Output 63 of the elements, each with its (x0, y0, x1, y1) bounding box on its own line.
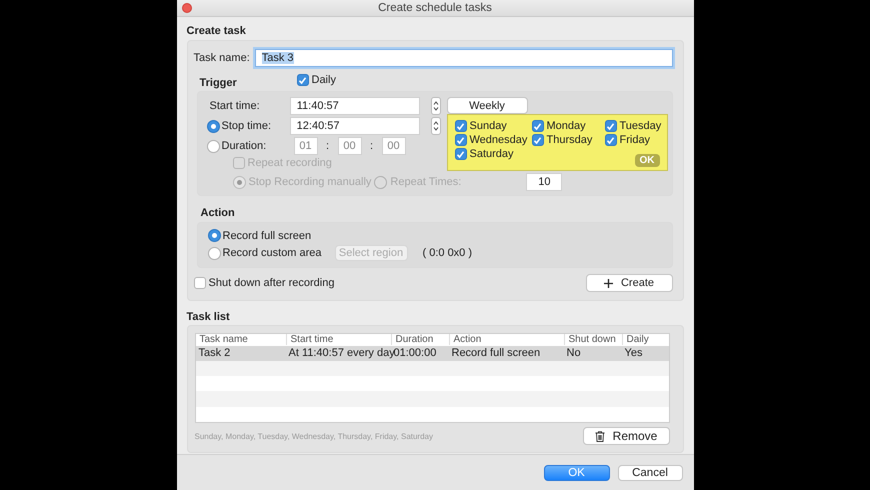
section-heading: Task list (186, 311, 231, 323)
radio-button[interactable] (206, 140, 220, 152)
stepper-icon[interactable] (430, 117, 440, 135)
table-cell-text: Yes (624, 347, 644, 360)
checkbox[interactable] (604, 134, 616, 146)
table-row[interactable]: Task 2 At 11:40:57 every day01:00:00 Record full screen No Yes (196, 346, 668, 361)
trash-icon (594, 430, 605, 442)
checkbox[interactable] (296, 74, 308, 86)
checkbox-label: Sunday (470, 120, 507, 132)
table-cell-text: Task 2 (198, 347, 232, 360)
region-text: ( 0:0 0x0 ) (422, 247, 472, 259)
duration-field[interactable]: 01 (294, 137, 318, 155)
column-header[interactable]: Action (448, 334, 564, 346)
checkbox-label: Thursday (546, 134, 592, 146)
duration-field[interactable]: 00 (338, 137, 362, 155)
checkbox-label: Monday (546, 120, 586, 132)
time-separator: : (368, 140, 374, 152)
close-button[interactable] (182, 3, 192, 13)
checkbox[interactable] (454, 148, 466, 160)
time-separator: : (324, 140, 330, 152)
checkbox-label: Daily (312, 74, 336, 86)
days-summary: Sunday, Monday, Tuesday, Wednesday, Thursday, Friday, Saturday (194, 432, 433, 440)
remove-button[interactable]: Remove (582, 427, 670, 445)
table-cell-text: Record full screen (450, 347, 542, 360)
radio-button[interactable] (208, 246, 220, 260)
checkbox[interactable] (454, 134, 466, 146)
checkbox-label: Saturday (470, 148, 514, 160)
radio-label: Stop time: (222, 120, 272, 132)
plus-icon (604, 278, 613, 288)
column-header[interactable]: Shut down (564, 334, 622, 346)
checkbox-label: Wednesday (470, 134, 528, 146)
radio-button[interactable] (208, 229, 220, 242)
stepper-icon[interactable] (430, 97, 440, 115)
field-label: Start time: (210, 100, 261, 112)
checkbox-label: Shut down after recording (208, 277, 334, 289)
task-name-field[interactable]: Task 3 (254, 49, 672, 67)
time-field[interactable]: 11:40:57 (290, 97, 420, 115)
checkbox-label: Tuesday (620, 120, 662, 132)
section-heading: Create task (186, 25, 247, 37)
column-header[interactable]: Start time (286, 334, 390, 346)
radio-label: Record custom area (222, 247, 323, 259)
checkbox[interactable] (604, 120, 616, 132)
time-field[interactable]: 12:40:57 (290, 117, 420, 135)
column-header[interactable]: Duration (390, 334, 448, 346)
weekly-button[interactable]: Weekly (446, 97, 528, 114)
create-button[interactable]: Create (586, 274, 672, 292)
table-cell-text: No (566, 347, 582, 360)
cancel-button[interactable]: Cancel (618, 464, 682, 480)
window-title: Create schedule tasks (378, 2, 492, 14)
checkbox[interactable] (532, 134, 544, 146)
radio-label: Duration: (222, 140, 266, 152)
checkbox[interactable] (194, 277, 206, 289)
column-header[interactable]: Task name (196, 334, 286, 346)
field-label: Task name: (194, 52, 250, 64)
checkbox[interactable] (454, 120, 466, 132)
section-heading: Action (200, 207, 236, 219)
radio-button[interactable] (206, 120, 220, 132)
column-header[interactable]: Daily (622, 334, 668, 346)
checkbox-label: Friday (620, 134, 650, 146)
section-heading: Trigger (200, 77, 238, 89)
duration-field[interactable]: 00 (382, 137, 406, 155)
checkbox[interactable] (532, 120, 544, 132)
radio-label: Record full screen (222, 230, 312, 242)
